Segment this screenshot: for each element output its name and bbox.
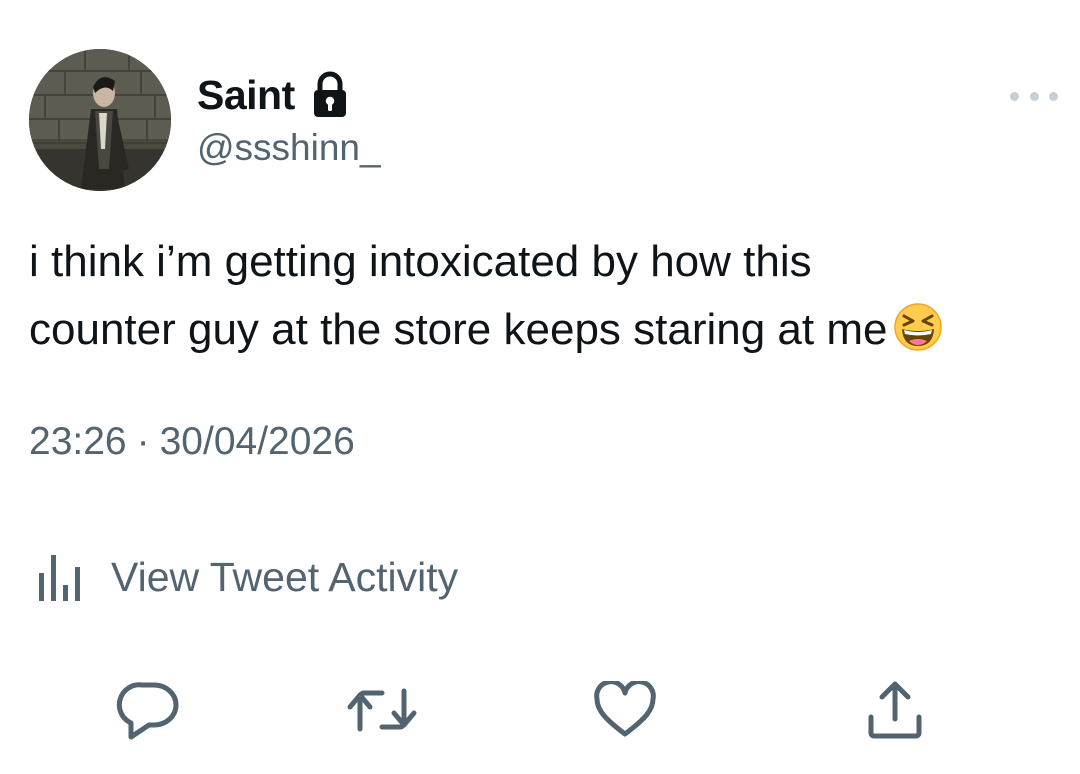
more-dot xyxy=(1029,91,1039,101)
tweet-action-bar xyxy=(0,676,1080,748)
tweet-text-line-2: counter guy at the store keeps staring a… xyxy=(29,296,1049,364)
like-button[interactable] xyxy=(589,676,661,748)
author-name-row: Saint xyxy=(197,70,349,120)
bar-chart-icon xyxy=(37,551,91,603)
user-handle[interactable]: @ssshinn_ xyxy=(197,126,381,170)
share-icon xyxy=(865,679,925,746)
display-name[interactable]: Saint xyxy=(197,70,295,120)
tweet-text-line: i think i’m getting intoxicated by how t… xyxy=(29,237,812,286)
heart-icon xyxy=(593,678,657,744)
more-dot xyxy=(1049,91,1058,101)
avatar[interactable] xyxy=(29,49,171,191)
reply-button[interactable] xyxy=(112,676,184,748)
tweet-text: i think i’m getting intoxicated by how t… xyxy=(29,228,1049,364)
tweet-timestamp[interactable]: 23:26 · 30/04/2026 xyxy=(29,418,355,466)
retweet-button[interactable] xyxy=(346,676,418,748)
tweet-time: 23:26 xyxy=(29,420,127,463)
reply-icon xyxy=(116,679,180,746)
more-dot xyxy=(1010,91,1019,101)
view-tweet-activity-label: View Tweet Activity xyxy=(111,554,459,600)
share-button[interactable] xyxy=(859,676,931,748)
more-options-icon[interactable] xyxy=(1010,84,1058,108)
tweet-date: 30/04/2026 xyxy=(159,420,355,463)
view-tweet-activity-link[interactable]: View Tweet Activity xyxy=(37,551,458,603)
lock-icon xyxy=(311,71,349,119)
timestamp-separator: · xyxy=(136,420,150,463)
retweet-icon xyxy=(346,685,418,740)
grinning-squinting-face-emoji xyxy=(893,302,943,352)
tweet-text-line: counter guy at the store keeps staring a… xyxy=(29,305,888,354)
avatar-image xyxy=(29,49,171,191)
